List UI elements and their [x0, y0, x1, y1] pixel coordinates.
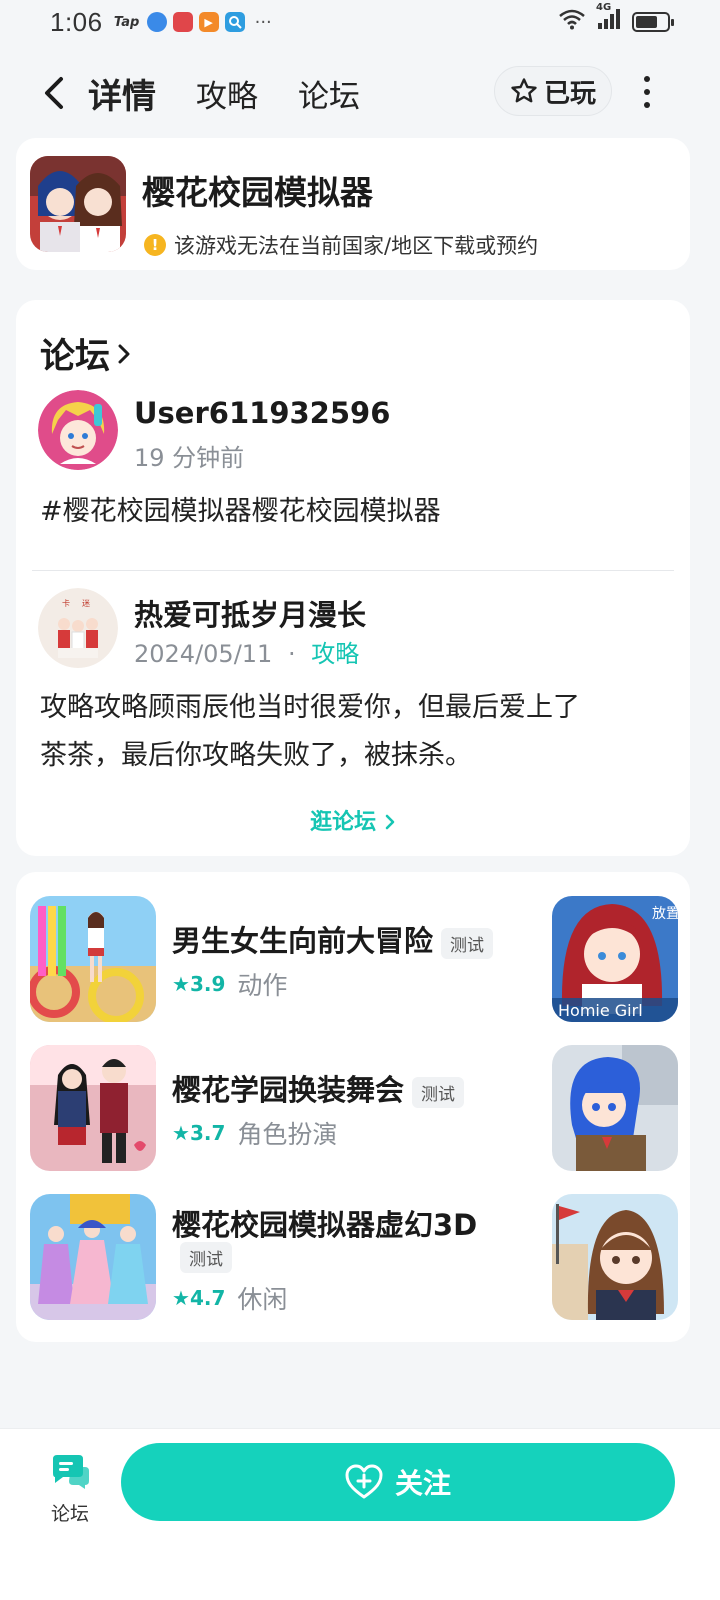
post-time: 19 分钟前 — [134, 444, 245, 472]
game-genre: 动作 — [237, 971, 288, 1000]
side-game-thumbnail[interactable] — [552, 1045, 678, 1171]
battery-icon — [632, 12, 674, 32]
rating: ★4.7 — [172, 1286, 226, 1310]
post-username[interactable]: 热爱可抵岁月漫长 — [134, 592, 366, 634]
post-content-line: 攻略攻略顾雨辰他当时很爱你，但最后爱上了 — [40, 692, 580, 723]
game-title: 樱花校园模拟器 — [142, 173, 373, 212]
tab-details[interactable]: 详情 — [84, 69, 160, 118]
game-meta: ★3.7 角色扮演 — [172, 1115, 337, 1151]
browse-forum-link[interactable]: 逛论坛 — [16, 804, 690, 836]
recommendations-card: 男生女生向前大冒险 测试 ★3.9 动作 Homie Girl 放置 樱花学园换… — [16, 872, 690, 1342]
test-badge: 测试 — [180, 1242, 232, 1273]
back-button[interactable] — [34, 73, 74, 113]
played-label: 已玩 — [543, 78, 596, 109]
rating: ★3.7 — [172, 1121, 226, 1145]
star-outline-icon — [511, 78, 537, 103]
homie-girl-text: Homie Girl — [558, 1001, 643, 1020]
game-title-text: 樱花学园换装舞会 — [172, 1073, 405, 1107]
post-username[interactable]: User611932596 — [134, 396, 390, 430]
post-date: 2024/05/11 — [134, 640, 273, 668]
info-warning-icon: ! — [144, 234, 166, 256]
status-app-icons: Tap ▶ ··· — [113, 12, 272, 33]
played-button[interactable]: 已玩 — [494, 66, 612, 116]
svg-text:迷: 迷 — [82, 598, 90, 608]
more-options-icon[interactable] — [634, 72, 660, 112]
post-divider — [32, 570, 674, 571]
game-title-text: 男生女生向前大冒险 — [172, 924, 434, 958]
tab-forum[interactable]: 论坛 — [298, 71, 360, 116]
chat-bubble-icon — [53, 1455, 89, 1489]
game-thumbnail[interactable] — [30, 1194, 156, 1320]
test-badge: 测试 — [441, 927, 494, 959]
browser-icon — [146, 12, 167, 32]
region-notice: ! 该游戏无法在当前国家/地区下载或预约 — [144, 230, 538, 260]
more-notifications-icon: ··· — [254, 11, 272, 33]
wifi-icon — [558, 8, 586, 36]
bottom-forum-label: 论坛 — [50, 1503, 89, 1525]
rating-value: 3.7 — [189, 1121, 226, 1145]
browse-forum-label: 逛论坛 — [310, 810, 377, 835]
rating-value: 4.7 — [189, 1286, 226, 1310]
game-title: 樱花学园换装舞会 测试 — [172, 1067, 465, 1109]
user-avatar[interactable]: 卡 迷 — [38, 588, 118, 668]
video-app-icon: ▶ — [198, 12, 219, 32]
post-content-line: 茶茶，最后你攻略失败了，被抹杀。 — [40, 740, 472, 771]
list-item[interactable]: 男生女生向前大冒险 测试 ★3.9 动作 Homie Girl 放置 — [16, 896, 690, 1026]
region-notice-text: 该游戏无法在当前国家/地区下载或预约 — [174, 234, 539, 258]
side-game-thumbnail[interactable]: Homie Girl 放置 — [552, 896, 678, 1022]
user-avatar[interactable] — [38, 390, 118, 470]
book-app-icon — [172, 12, 193, 32]
forum-heading-label: 论坛 — [40, 337, 111, 377]
bottom-action-bar: 论坛 关注 — [0, 1428, 720, 1600]
chevron-right-icon — [118, 344, 130, 363]
top-navigation: 详情 攻略 论坛 已玩 — [0, 58, 720, 128]
test-badge: 测试 — [412, 1076, 465, 1108]
post-content[interactable]: #樱花校园模拟器樱花校园模拟器 — [40, 488, 441, 536]
meta-separator: · — [287, 640, 296, 668]
forum-heading[interactable]: 论坛 — [40, 328, 132, 379]
list-item[interactable]: 樱花学园换装舞会 测试 ★3.7 角色扮演 — [16, 1045, 690, 1175]
signal-icon: 4G — [596, 2, 622, 36]
game-title: 樱花校园模拟器虚幻3D — [172, 1208, 478, 1242]
game-genre: 休闲 — [237, 1285, 288, 1314]
status-time: 1:06 — [50, 6, 103, 37]
tab-guides[interactable]: 攻略 — [196, 71, 258, 116]
back-arrow-icon — [45, 77, 63, 109]
game-thumbnail[interactable] — [30, 1045, 156, 1171]
heart-plus-icon — [345, 1464, 383, 1499]
corner-tag-text: 放置 — [652, 906, 678, 922]
side-game-thumbnail[interactable] — [552, 1194, 678, 1320]
game-detail-screen: 1:06 Tap ▶ ··· 4G 详情 攻略 论坛 已玩 樱花校园模拟器 ! … — [0, 0, 720, 1600]
game-genre: 角色扮演 — [237, 1120, 338, 1149]
game-header-card: 樱花校园模拟器 ! 该游戏无法在当前国家/地区下载或预约 — [16, 138, 690, 270]
status-indicators: 4G — [558, 2, 674, 36]
post-category-link[interactable]: 攻略 — [311, 640, 359, 668]
game-meta: ★3.9 动作 — [172, 966, 287, 1002]
game-icon[interactable] — [30, 156, 126, 252]
list-item[interactable]: 樱花校园模拟器虚幻3D 测试 ★4.7 休闲 — [16, 1194, 690, 1324]
rating-value: 3.9 — [189, 972, 226, 996]
follow-label: 关注 — [394, 1467, 451, 1500]
game-title: 男生女生向前大冒险 测试 — [172, 918, 494, 960]
post-meta: 2024/05/11 · 攻略 — [134, 634, 359, 669]
chevron-right-icon — [385, 814, 395, 830]
bottom-forum-tab[interactable]: 论坛 — [40, 1451, 100, 1526]
taptap-icon: Tap — [113, 14, 140, 30]
status-bar: 1:06 Tap ▶ ··· 4G — [0, 0, 720, 44]
rating: ★3.9 — [172, 972, 226, 996]
svg-text:卡: 卡 — [62, 598, 70, 608]
search-app-icon — [224, 12, 245, 32]
game-meta: ★4.7 休闲 — [172, 1280, 287, 1316]
forum-card: 论坛 User611932596 19 分钟前 #樱花校园模拟器樱花校园模拟器 — [16, 300, 690, 856]
follow-button[interactable]: 关注 — [121, 1443, 675, 1521]
post-content[interactable]: 攻略攻略顾雨辰他当时很爱你，但最后爱上了 茶茶，最后你攻略失败了，被抹杀。 — [40, 684, 580, 780]
game-thumbnail[interactable] — [30, 896, 156, 1022]
game-badge-row: 测试 — [172, 1242, 232, 1273]
